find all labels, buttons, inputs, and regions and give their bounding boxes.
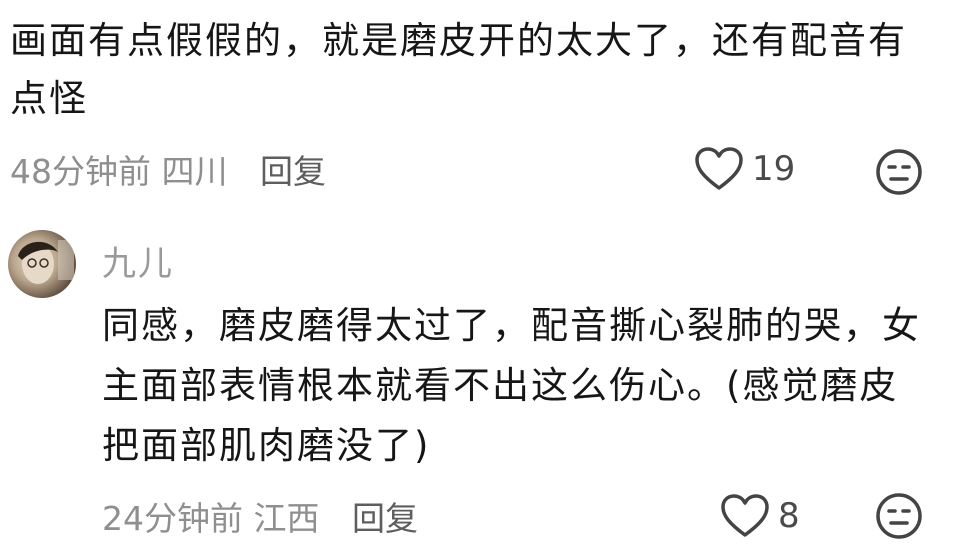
comment-location: 江西 [253,499,320,538]
avatar[interactable] [8,230,76,298]
like-button[interactable]: 8 [720,493,800,539]
username[interactable]: 九儿 [102,236,174,285]
comment-text: 画面有点假假的，就是磨皮开的太大了，还有配音有点怪 [10,19,907,120]
comment-location: 四川 [161,152,228,191]
comment-time: 24分钟前 [102,499,243,538]
reply-button[interactable]: 回复 [352,499,418,538]
like-count: 19 [752,149,796,189]
neutral-face-icon[interactable] [875,148,923,200]
comment-meta: 48分钟前 四川 回复 [10,145,326,193]
reply-button[interactable]: 回复 [260,152,326,191]
comment-text: 同感，磨皮磨得太过了，配音撕心裂肺的哭，女主面部表情根本就看不出这么伤心。(感觉… [102,304,921,467]
heart-icon [694,146,744,192]
comment-meta: 24分钟前 江西 回复 [102,492,418,540]
like-button[interactable]: 19 [694,146,795,192]
like-count: 8 [778,496,800,536]
neutral-face-icon[interactable] [875,492,923,544]
heart-icon [720,493,770,539]
comment-time: 48分钟前 [10,152,151,191]
